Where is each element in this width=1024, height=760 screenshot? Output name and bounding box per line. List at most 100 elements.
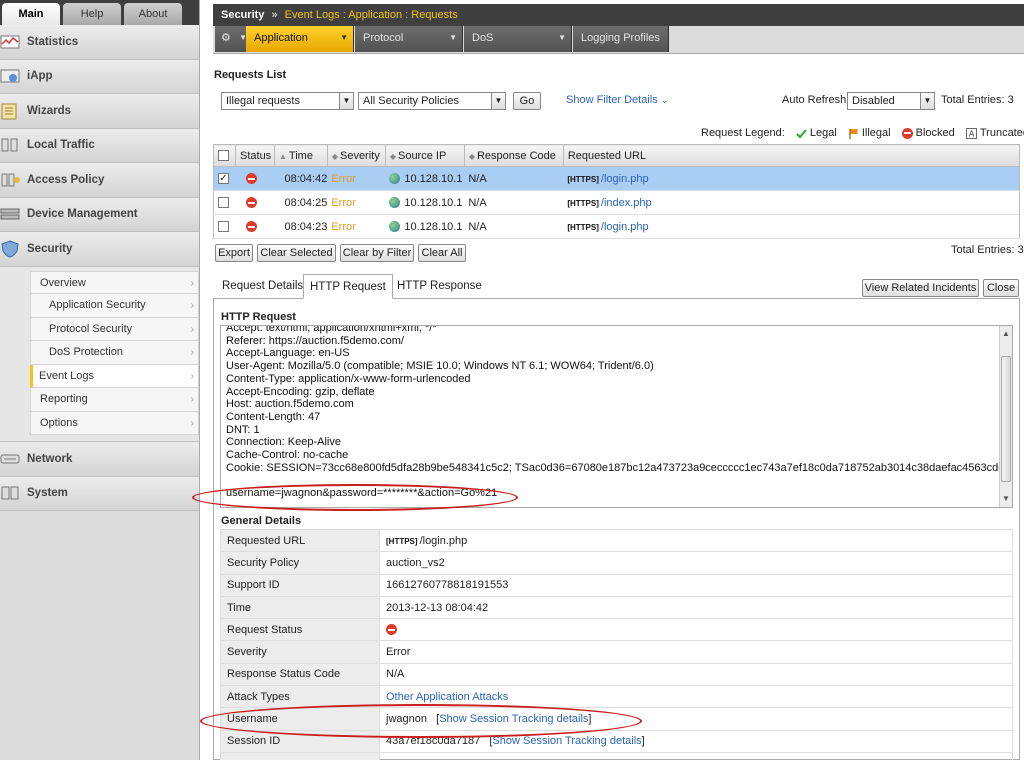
chevron-right-icon: › (190, 370, 194, 382)
row-checkbox[interactable] (218, 197, 229, 209)
sub-item-overview[interactable]: Overview › (30, 270, 199, 294)
column-status[interactable]: Status (235, 144, 275, 167)
sub-item-reporting[interactable]: Reporting › (30, 388, 199, 412)
nav-item-network[interactable]: Network (0, 442, 199, 477)
http-line: Accept: text/html, application/xhtml+xml… (226, 325, 437, 334)
http-line: Accept-Language: en-US (226, 347, 350, 360)
nav-label: Access Policy (27, 173, 105, 186)
requests-list-title: Requests List (214, 69, 287, 81)
blocked-icon (386, 624, 397, 636)
scroll-up-icon[interactable]: ▲ (1000, 328, 1012, 340)
column-time[interactable]: ▲ Time (274, 144, 328, 167)
clear-selected-button[interactable]: Clear Selected (257, 244, 336, 262)
show-session-tracking-link[interactable]: Show Session Tracking details (439, 713, 588, 725)
sub-item-label: Application Security (49, 299, 146, 311)
subtab-logging-profiles[interactable]: Logging Profiles (573, 26, 669, 52)
tab-http-response[interactable]: HTTP Response (391, 274, 488, 299)
subtab-label: Protocol (363, 32, 404, 44)
chevron-right-icon: › (190, 394, 194, 405)
url-cell[interactable]: [HTTPS]/index.php (563, 190, 1020, 215)
sub-item-application-security[interactable]: Application Security › (30, 294, 199, 318)
policy-select-value: All Security Policies (363, 95, 459, 107)
url-cell[interactable]: [HTTPS]/login.php (563, 214, 1020, 239)
url-link[interactable]: /login.php (601, 173, 649, 185)
requests-table: Status ▲ Time ◆ Severity ◆ Source IP ◆ Respo… (213, 144, 1021, 239)
tab-request-details[interactable]: Request Details (216, 274, 309, 299)
column-response-code[interactable]: ◆ Response Code (463, 144, 564, 167)
tab-help[interactable]: Help (63, 3, 121, 25)
https-badge: [HTTPS] (567, 198, 599, 208)
breadcrumb-separator: » (271, 9, 278, 21)
sub-item-label: Protocol Security (49, 322, 133, 335)
sub-item-options[interactable]: Options › (30, 411, 199, 435)
statistics-icon (0, 35, 20, 49)
policy-select[interactable]: All Security Policies ▼ (358, 92, 506, 110)
breadcrumb-section[interactable]: Security (221, 9, 264, 21)
column-source-ip[interactable]: ◆ Source IP (384, 144, 465, 167)
show-session-tracking-link[interactable]: Show Session Tracking details (492, 735, 641, 747)
show-filter-details-link[interactable]: Show Filter Details ⌄ (566, 94, 668, 106)
chevron-right-icon: › (190, 347, 194, 358)
column-source-ip-label: Source IP (397, 149, 447, 162)
export-button[interactable]: Export (215, 244, 253, 262)
select-all-checkbox[interactable] (218, 150, 229, 162)
go-button[interactable]: Go (513, 92, 541, 110)
request-filter-select[interactable]: Illegal requests ▼ (221, 92, 354, 110)
tab-http-request[interactable]: HTTP Request (303, 274, 393, 299)
http-request-box[interactable]: Accept: text/html, application/xhtml+xml… (220, 325, 1013, 508)
table-row: Severity Error (220, 640, 1013, 664)
url-link[interactable]: /index.php (601, 197, 652, 209)
nav-item-local-traffic[interactable]: Local Traffic (0, 128, 199, 163)
nav-item-security[interactable]: Security (0, 232, 199, 267)
table-row[interactable]: 08:04:23 Error 10.128.10.1 N/A [HTTPS]/l… (213, 214, 1020, 239)
nav-item-statistics[interactable]: Statistics (0, 25, 199, 60)
request-filter-value: Illegal requests (226, 95, 300, 107)
url-link[interactable]: /login.php (601, 221, 649, 233)
nav-item-access-policy[interactable]: Access Policy (0, 163, 199, 198)
auto-refresh-select[interactable]: Disabled ▼ (847, 92, 935, 110)
table-row[interactable]: ✓ 08:04:42 Error 10.128.10.1 N/A [HTTPS]… (213, 166, 1020, 191)
detail-key: Request Status (220, 618, 380, 642)
subtab-protocol[interactable]: Protocol ▼ (355, 26, 463, 52)
breadcrumb: Security » Event Logs : Application : Re… (213, 4, 1024, 26)
legend-blocked: Blocked (915, 127, 955, 139)
tab-main[interactable]: Main (2, 3, 60, 25)
tab-about[interactable]: About (124, 3, 182, 25)
close-button[interactable]: Close (983, 279, 1019, 297)
clear-all-button[interactable]: Clear All (418, 244, 466, 262)
nav-item-iapp[interactable]: iApp (0, 59, 199, 94)
column-severity[interactable]: ◆ Severity (326, 144, 386, 167)
sub-item-protocol-security[interactable]: Protocol Security › (30, 317, 199, 341)
time-cell: 08:04:23 (274, 214, 328, 239)
row-checkbox-cell[interactable] (213, 190, 236, 215)
nav-item-device-management[interactable]: Device Management (0, 197, 199, 232)
sub-item-event-logs[interactable]: Event Logs › (30, 364, 199, 388)
http-line: Referer: https://auction.f5demo.com/ (226, 334, 404, 347)
select-all-header[interactable] (213, 144, 236, 167)
row-checkbox-cell[interactable]: ✓ (213, 166, 236, 191)
http-request-scrollbar[interactable]: ▲ ▼ (999, 326, 1012, 507)
total-entries-bottom: Total Entries: 3 (951, 244, 1024, 256)
http-line: Connection: Keep-Alive (226, 436, 341, 449)
scroll-thumb[interactable] (1001, 356, 1011, 482)
table-row: Attack Types Other Application Attacks (220, 685, 1013, 709)
subtab-dos[interactable]: DoS ▼ (464, 26, 572, 52)
chevron-down-icon: ▼ (491, 93, 505, 109)
table-row[interactable]: 08:04:25 Error 10.128.10.1 N/A [HTTPS]/i… (213, 190, 1020, 215)
nav-item-wizards[interactable]: Wizards (0, 94, 199, 129)
detail-value: Error (379, 640, 1013, 664)
table-row (220, 751, 1013, 760)
nav-item-system[interactable]: System (0, 476, 199, 511)
clear-by-filter-button[interactable]: Clear by Filter (340, 244, 414, 262)
sub-item-dos-protection[interactable]: DoS Protection › (30, 341, 199, 365)
column-requested-url[interactable]: Requested URL (562, 144, 1021, 167)
attack-types-link[interactable]: Other Application Attacks (386, 691, 508, 703)
scroll-down-icon[interactable]: ▼ (1000, 493, 1012, 505)
row-checkbox[interactable] (218, 221, 229, 233)
row-checkbox[interactable]: ✓ (218, 173, 229, 185)
view-related-incidents-button[interactable]: View Related Incidents (862, 279, 979, 297)
row-checkbox-cell[interactable] (213, 214, 236, 239)
url-cell[interactable]: [HTTPS]/login.php (563, 166, 1020, 191)
subtab-application[interactable]: Application ▼ (246, 26, 354, 52)
status-cell (235, 166, 275, 191)
